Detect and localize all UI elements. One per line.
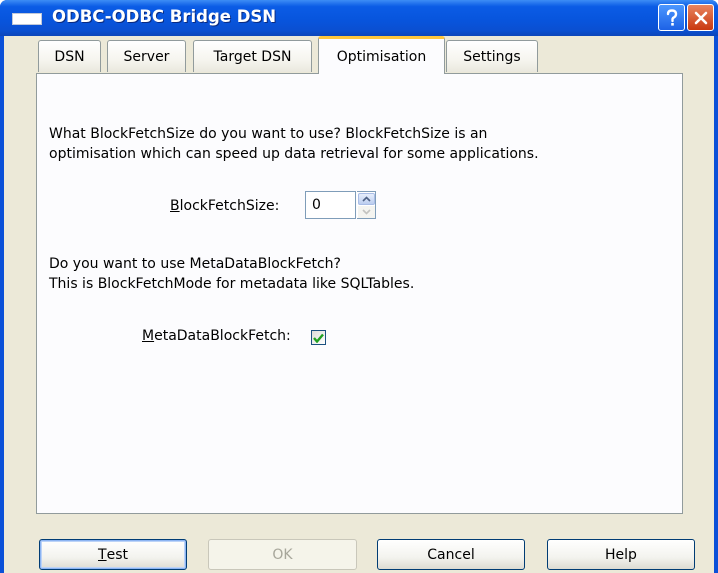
chevron-up-icon: [362, 196, 371, 202]
tab-panel-optimisation: [36, 73, 683, 514]
spin-up-button[interactable]: [358, 193, 375, 205]
checkmark-icon: [313, 333, 324, 343]
tab-target-dsn[interactable]: Target DSN: [193, 40, 312, 72]
help-button[interactable]: Help: [547, 539, 695, 570]
block-fetch-size-spinner[interactable]: [357, 191, 376, 219]
chevron-down-icon: [362, 209, 371, 215]
close-button[interactable]: [687, 4, 714, 31]
title-bar[interactable]: ODBC-ODBC Bridge DSN: [0, 0, 718, 36]
cancel-button[interactable]: Cancel: [377, 539, 525, 570]
window-title: ODBC-ODBC Bridge DSN: [52, 7, 277, 26]
metadata-block-fetch-checkbox[interactable]: [311, 330, 326, 345]
close-icon: [694, 11, 707, 24]
spin-down-button[interactable]: [358, 206, 375, 218]
ok-button[interactable]: OK: [208, 539, 357, 570]
tab-server[interactable]: Server: [107, 40, 186, 72]
question-mark-icon: [666, 8, 677, 26]
test-button-mnemonic: T: [98, 546, 107, 563]
test-button-label: est: [106, 546, 128, 563]
tab-dsn[interactable]: DSN: [38, 40, 101, 72]
tab-optimisation[interactable]: Optimisation: [318, 36, 445, 74]
window-icon: [12, 13, 42, 25]
tab-settings[interactable]: Settings: [446, 40, 538, 72]
block-fetch-size-input[interactable]: 0: [305, 191, 356, 219]
help-title-button[interactable]: [658, 4, 685, 31]
test-button[interactable]: Test: [39, 539, 187, 570]
